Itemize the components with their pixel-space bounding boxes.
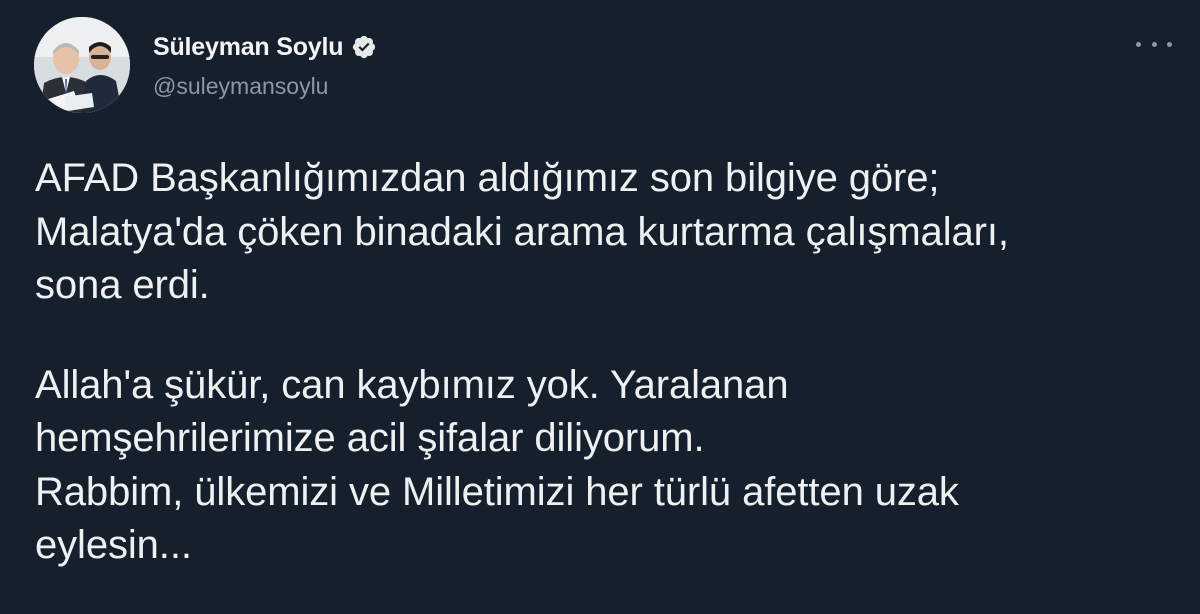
display-name[interactable]: Süleyman Soylu xyxy=(153,33,344,62)
tweet-line: Allah'a şükür, can kaybımız yok. Yaralan… xyxy=(35,362,789,407)
profile-photo-icon xyxy=(34,17,130,113)
avatar[interactable] xyxy=(34,17,130,113)
dot-icon xyxy=(1136,41,1141,47)
tweet-line: eylesin... xyxy=(35,523,192,567)
dot-icon xyxy=(1151,41,1157,47)
tweet-text: AFAD Başkanlığımızdan aldığımız son bilg… xyxy=(35,152,1175,573)
dot-icon xyxy=(1167,41,1172,47)
tweet-card: Süleyman Soylu @suleymansoylu AFAD Başka… xyxy=(0,0,1200,614)
verified-badge-icon xyxy=(351,34,377,60)
tweet-line: AFAD Başkanlığımızdan aldığımız son bilg… xyxy=(35,156,940,200)
author-handle[interactable]: @suleymansoylu xyxy=(153,73,328,100)
more-options-icon[interactable] xyxy=(1136,36,1172,52)
tweet-line: Malatya'da çöken binadaki arama kurtarma… xyxy=(35,209,1009,254)
tweet-line: sona erdi. xyxy=(35,263,210,307)
tweet-line: Rabbim, ülkemizi ve Milletimizi her türl… xyxy=(35,469,959,514)
tweet-line: hemşehrilerimize acil şifalar diliyorum. xyxy=(35,416,705,460)
author-name-row: Süleyman Soylu xyxy=(153,30,377,64)
